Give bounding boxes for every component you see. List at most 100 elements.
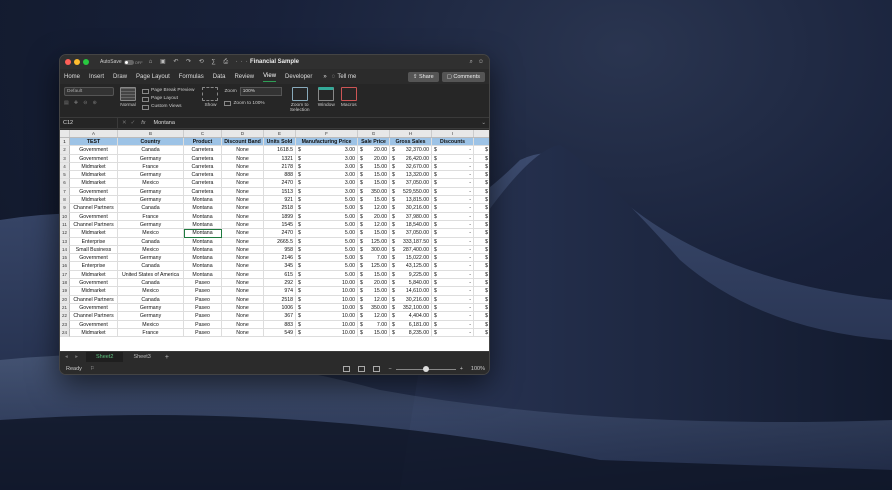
table-cell[interactable]: Canada	[118, 146, 184, 155]
table-cell[interactable]: $125.00	[358, 237, 390, 246]
row-number[interactable]: 8	[60, 196, 70, 205]
table-cell[interactable]: Germany	[118, 220, 184, 230]
normal-view-status-icon[interactable]	[343, 366, 351, 372]
table-cell[interactable]: $15.00	[358, 287, 390, 296]
row-number[interactable]: 7	[60, 187, 70, 197]
share-button[interactable]: ⇪ Share	[407, 71, 439, 82]
table-cell[interactable]: $350.00	[358, 303, 390, 313]
table-cell[interactable]: $37,980.00	[390, 212, 432, 221]
table-cell[interactable]: None	[222, 237, 264, 246]
table-cell[interactable]: $20.00	[358, 146, 390, 155]
table-cell[interactable]: $20.00	[358, 212, 390, 221]
table-cell[interactable]: $30,216.00	[390, 204, 432, 213]
table-cell[interactable]: 1321	[264, 154, 296, 163]
table-cell[interactable]: Montana	[184, 220, 222, 230]
table-cell[interactable]: None	[222, 204, 264, 213]
table-cell[interactable]: $3.00	[296, 187, 358, 197]
row-number[interactable]: 12	[60, 229, 70, 238]
table-cell[interactable]: Germany	[118, 171, 184, 180]
table-cell[interactable]: Enterprise	[70, 262, 118, 271]
table-cell[interactable]: $	[474, 163, 489, 172]
zoom-in-icon[interactable]: +	[460, 366, 463, 372]
table-cell[interactable]: $32,370.00	[390, 146, 432, 155]
table-cell[interactable]: None	[222, 220, 264, 230]
table-cell[interactable]: Montana	[184, 212, 222, 221]
table-cell[interactable]: $3.00	[296, 154, 358, 163]
row-number[interactable]: 23	[60, 320, 70, 329]
row-number[interactable]: 5	[60, 171, 70, 180]
table-cell[interactable]: None	[222, 154, 264, 163]
col-header-b[interactable]: B	[118, 130, 184, 137]
table-cell[interactable]: Canada	[118, 295, 184, 304]
table-cell[interactable]: $	[474, 279, 489, 288]
accessibility-icon[interactable]: ⚐	[90, 366, 95, 372]
table-cell[interactable]: $10.00	[296, 328, 358, 338]
table-cell[interactable]: $ -	[432, 295, 474, 304]
table-cell[interactable]: $20.00	[358, 279, 390, 288]
table-cell[interactable]: Montana	[184, 237, 222, 246]
row-number[interactable]: 9	[60, 204, 70, 213]
table-cell[interactable]: None	[222, 245, 264, 255]
table-cell[interactable]: $3.00	[296, 146, 358, 155]
table-cell[interactable]: Canada	[118, 237, 184, 246]
row-number[interactable]: 14	[60, 245, 70, 255]
col-header-g[interactable]: G	[358, 130, 390, 137]
table-cell[interactable]: $43,125.00	[390, 262, 432, 271]
table-cell[interactable]: 345	[264, 262, 296, 271]
header-cell[interactable]: Sale Price	[358, 138, 390, 147]
table-cell[interactable]: $	[474, 287, 489, 296]
table-cell[interactable]: Midmarket	[70, 171, 118, 180]
col-header-c[interactable]: C	[184, 130, 222, 137]
close-button[interactable]	[65, 59, 71, 65]
table-cell[interactable]: $	[474, 204, 489, 213]
page-break-preview-button[interactable]: Page Break Preview	[142, 87, 194, 95]
table-cell[interactable]: None	[222, 146, 264, 155]
table-cell[interactable]: $15.00	[358, 328, 390, 338]
table-cell[interactable]: $7.00	[358, 254, 390, 263]
table-cell[interactable]: Small Business	[70, 245, 118, 255]
sheet-nav-arrows[interactable]: ◂ ▸	[60, 354, 86, 360]
table-cell[interactable]: $	[474, 196, 489, 205]
table-cell[interactable]: Midmarket	[70, 196, 118, 205]
table-cell[interactable]: None	[222, 196, 264, 205]
table-cell[interactable]: Germany	[118, 254, 184, 263]
table-cell[interactable]: Mexico	[118, 179, 184, 188]
table-cell[interactable]: $ -	[432, 270, 474, 280]
tab-review[interactable]: Review	[234, 72, 254, 82]
table-cell[interactable]: Montana	[184, 245, 222, 255]
table-cell[interactable]: Channel Partners	[70, 295, 118, 304]
table-cell[interactable]: $ -	[432, 220, 474, 230]
table-cell[interactable]: Government	[70, 303, 118, 313]
table-cell[interactable]: Montana	[184, 204, 222, 213]
table-cell[interactable]: Channel Partners	[70, 204, 118, 213]
table-cell[interactable]: $37,050.00	[390, 229, 432, 238]
tab-insert[interactable]: Insert	[89, 72, 104, 82]
table-cell[interactable]: Montana	[184, 229, 222, 238]
table-cell[interactable]: $5.00	[296, 220, 358, 230]
tell-me-field[interactable]: Tell me	[337, 74, 356, 80]
col-header-j[interactable]	[474, 130, 489, 137]
table-cell[interactable]: 549	[264, 328, 296, 338]
table-cell[interactable]: $529,550.00	[390, 187, 432, 197]
col-header-i[interactable]: I	[432, 130, 474, 137]
custom-views-button[interactable]: Custom Views	[142, 103, 194, 111]
table-cell[interactable]: $5.00	[296, 270, 358, 280]
table-cell[interactable]: $10.00	[296, 303, 358, 313]
table-cell[interactable]: $350.00	[358, 187, 390, 197]
table-cell[interactable]: Carretera	[184, 162, 222, 172]
table-cell[interactable]: Montana	[184, 254, 222, 263]
table-cell[interactable]: $300.00	[358, 245, 390, 255]
table-cell[interactable]: $15.00	[358, 196, 390, 205]
table-cell[interactable]: $333,187.50	[390, 237, 432, 246]
table-cell[interactable]: 2665.5	[264, 237, 296, 246]
table-cell[interactable]: Carretera	[184, 171, 222, 180]
more-tabs-icon[interactable]: »	[323, 74, 326, 80]
table-cell[interactable]: Germany	[118, 312, 184, 321]
row-number[interactable]: 20	[60, 295, 70, 304]
table-cell[interactable]: None	[222, 187, 264, 197]
table-cell[interactable]: Germany	[118, 187, 184, 197]
table-cell[interactable]: $3.00	[296, 171, 358, 180]
table-cell[interactable]: Paseo	[184, 279, 222, 288]
table-cell[interactable]: None	[222, 328, 264, 338]
table-cell[interactable]: Germany	[118, 196, 184, 205]
